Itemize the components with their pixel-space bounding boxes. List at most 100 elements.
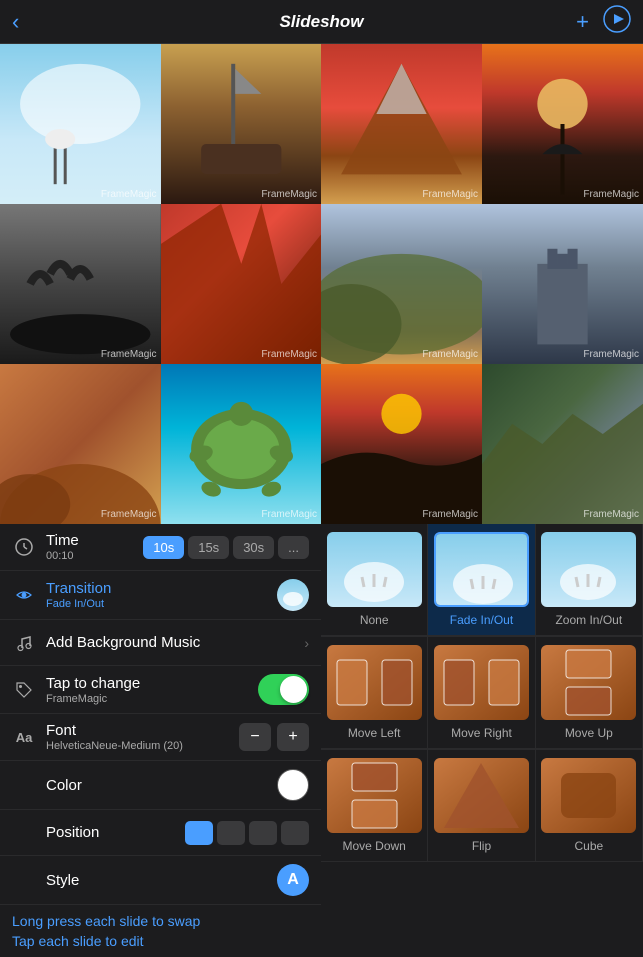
font-decrease-button[interactable]: − bbox=[239, 723, 271, 751]
watermark-7: FrameMagic bbox=[422, 349, 478, 360]
play-button[interactable] bbox=[603, 5, 631, 39]
font-setting-row: Aa Font HelveticaNeue-Medium (20) − + bbox=[0, 714, 321, 761]
transition-thumb-move-right bbox=[434, 645, 529, 720]
transition-value: Fade In/Out bbox=[46, 598, 277, 610]
transition-move-left-label: Move Left bbox=[348, 726, 401, 740]
left-panel: FrameMagic FrameMagic bbox=[0, 44, 321, 957]
transition-label: Transition bbox=[46, 580, 277, 597]
position-btn-1[interactable] bbox=[185, 821, 213, 845]
transition-extra-3-label: Cube bbox=[574, 839, 603, 853]
position-buttons bbox=[185, 821, 309, 845]
transition-thumb-zoom bbox=[541, 532, 636, 607]
watermark-10: FrameMagic bbox=[261, 509, 317, 520]
time-btn-15s[interactable]: 15s bbox=[188, 536, 229, 559]
transition-thumb-extra-2 bbox=[434, 758, 529, 833]
time-icon bbox=[12, 538, 36, 556]
time-setting-row: Time 00:10 10s 15s 30s ... bbox=[0, 524, 321, 571]
photo-cell-2[interactable]: FrameMagic bbox=[161, 44, 322, 204]
toggle-knob bbox=[280, 676, 307, 703]
back-button[interactable]: ‹ bbox=[12, 9, 19, 35]
photo-cell-3[interactable]: FrameMagic bbox=[321, 44, 482, 204]
transition-move-left[interactable]: Move Left bbox=[321, 637, 428, 749]
watermark-5: FrameMagic bbox=[101, 349, 157, 360]
add-button[interactable]: + bbox=[576, 9, 589, 35]
transition-thumb-fade bbox=[434, 532, 529, 607]
position-btn-4[interactable] bbox=[281, 821, 309, 845]
transition-move-right[interactable]: Move Right bbox=[428, 637, 535, 749]
position-setting-row: Position bbox=[0, 810, 321, 856]
font-increase-button[interactable]: + bbox=[277, 723, 309, 751]
watermark-9: FrameMagic bbox=[101, 509, 157, 520]
watermark-4: FrameMagic bbox=[583, 189, 639, 200]
photo-grid-right: FrameMagic bbox=[321, 44, 643, 524]
transition-thumb-move-up bbox=[541, 645, 636, 720]
music-chevron: › bbox=[304, 635, 309, 651]
transition-thumb-icon bbox=[277, 579, 309, 611]
time-btn-30s[interactable]: 30s bbox=[233, 536, 274, 559]
time-btn-10s[interactable]: 10s bbox=[143, 536, 184, 559]
transition-zoom[interactable]: Zoom In/Out bbox=[536, 524, 643, 636]
transition-extra-2[interactable]: Flip bbox=[428, 750, 535, 862]
header-left: ‹ bbox=[12, 9, 19, 35]
photo-cell-1[interactable]: FrameMagic bbox=[0, 44, 161, 204]
transition-extra-2-label: Flip bbox=[472, 839, 491, 853]
photo-cell-7[interactable]: FrameMagic bbox=[321, 204, 482, 364]
transitions-panel: None bbox=[321, 524, 643, 957]
watermark-8: FrameMagic bbox=[583, 349, 639, 360]
position-btn-3[interactable] bbox=[249, 821, 277, 845]
photo-cell-6[interactable]: FrameMagic bbox=[161, 204, 322, 364]
right-panel: FrameMagic bbox=[321, 44, 643, 957]
transition-row-3: Move Down bbox=[321, 750, 643, 862]
time-buttons: 10s 15s 30s ... bbox=[143, 536, 309, 559]
transition-thumb-extra-1 bbox=[327, 758, 422, 833]
transition-extra-3[interactable]: Cube bbox=[536, 750, 643, 862]
photo-cell-8[interactable]: FrameMagic bbox=[482, 204, 643, 364]
photo-cell-5[interactable]: FrameMagic bbox=[0, 204, 161, 364]
time-btn-more[interactable]: ... bbox=[278, 536, 309, 559]
transition-icon bbox=[12, 586, 36, 604]
photo-cell-11[interactable]: FrameMagic bbox=[321, 364, 482, 524]
photo-cell-9[interactable]: FrameMagic bbox=[0, 364, 161, 524]
swap-link[interactable]: Long press each slide to swap bbox=[12, 913, 309, 929]
bottom-links: Long press each slide to swap Tap each s… bbox=[0, 905, 321, 957]
transition-thumb-extra-3 bbox=[541, 758, 636, 833]
transition-move-up[interactable]: Move Up bbox=[536, 637, 643, 749]
watermark-12: FrameMagic bbox=[583, 509, 639, 520]
transition-row-2: Move Left bbox=[321, 637, 643, 750]
header: ‹ Slideshow + bbox=[0, 0, 643, 44]
transition-none[interactable]: None bbox=[321, 524, 428, 636]
transition-extra-1-label: Move Down bbox=[342, 839, 405, 853]
style-badge[interactable]: A bbox=[277, 864, 309, 896]
color-picker[interactable] bbox=[277, 769, 309, 801]
photo-grid-left: FrameMagic FrameMagic bbox=[0, 44, 321, 524]
color-setting-row: Color bbox=[0, 761, 321, 810]
font-value: HelveticaNeue-Medium (20) bbox=[46, 740, 239, 752]
edit-link[interactable]: Tap each slide to edit bbox=[12, 933, 309, 949]
header-title: Slideshow bbox=[279, 12, 363, 32]
transition-setting-row[interactable]: Transition Fade In/Out bbox=[0, 571, 321, 620]
position-btn-2[interactable] bbox=[217, 821, 245, 845]
time-value: 00:10 bbox=[46, 550, 143, 562]
transition-row-1: None bbox=[321, 524, 643, 637]
music-setting-row[interactable]: Add Background Music › bbox=[0, 620, 321, 666]
font-icon: Aa bbox=[12, 730, 36, 745]
photo-cell-10[interactable]: FrameMagic bbox=[161, 364, 322, 524]
transition-extra-1[interactable]: Move Down bbox=[321, 750, 428, 862]
main-layout: FrameMagic FrameMagic bbox=[0, 44, 643, 957]
style-setting-row: Style A bbox=[0, 856, 321, 905]
watermark-3: FrameMagic bbox=[422, 189, 478, 200]
photo-cell-4[interactable]: FrameMagic bbox=[482, 44, 643, 204]
transition-thumb-move-left bbox=[327, 645, 422, 720]
settings-panel: Time 00:10 10s 15s 30s ... Transition Fa… bbox=[0, 524, 321, 905]
music-icon bbox=[12, 634, 36, 652]
position-label: Position bbox=[46, 824, 185, 841]
transition-fade[interactable]: Fade In/Out bbox=[428, 524, 535, 636]
style-label: Style bbox=[46, 872, 277, 889]
tag-icon bbox=[12, 681, 36, 699]
watermark-2: FrameMagic bbox=[261, 189, 317, 200]
tap-to-change-toggle[interactable] bbox=[258, 674, 309, 705]
transition-thumb-none bbox=[327, 532, 422, 607]
transition-zoom-label: Zoom In/Out bbox=[555, 613, 622, 627]
tap-to-change-label: Tap to change bbox=[46, 675, 258, 692]
photo-cell-12[interactable]: FrameMagic bbox=[482, 364, 643, 524]
